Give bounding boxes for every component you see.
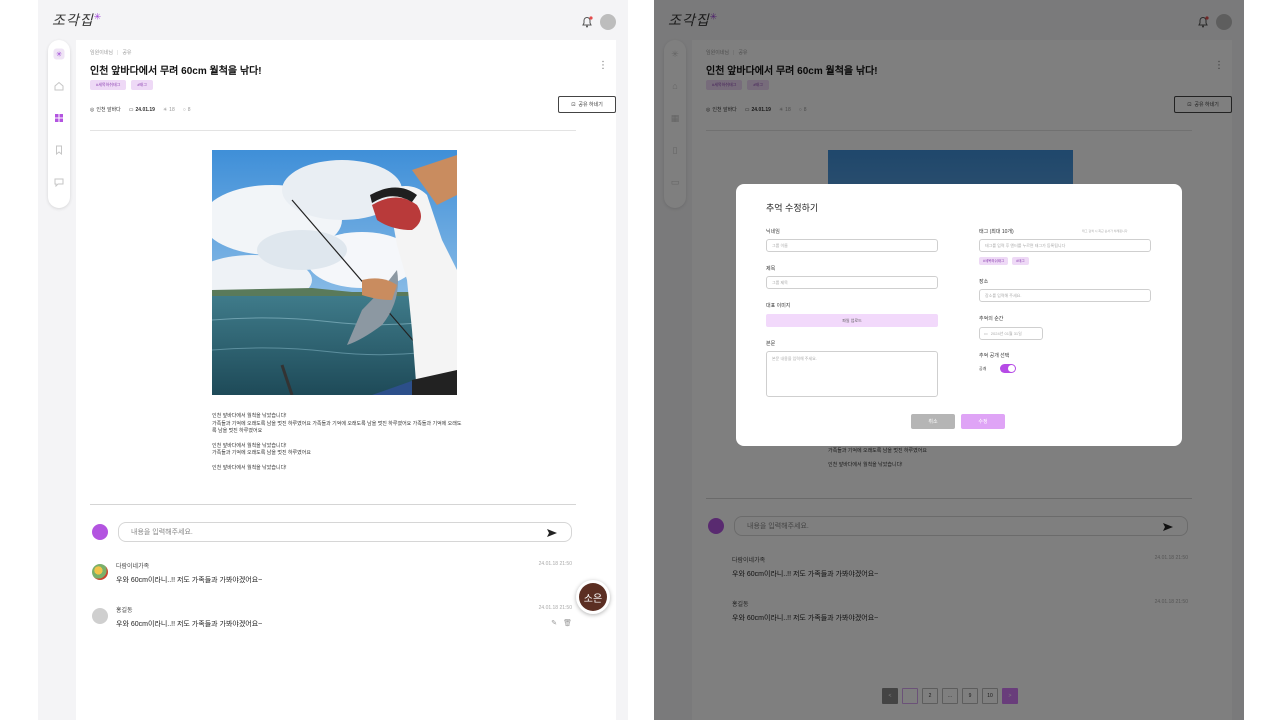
moment-date-input[interactable]: ▭ 2024년 01월 31일 [979, 327, 1043, 340]
body-paragraph: 인천 앞바다에서 월척을 낚았습니다! 가족들과 기억에 오래도록 남을 멋진 … [212, 413, 462, 434]
post-card: 임원이네님|공유 인천 앞바다에서 무려 60cm 월척을 낚다! ⋮ #세목하… [76, 40, 616, 720]
comment-text: 우와 60cm이라니..!! 저도 가족들과 가봐야겠어요~ [116, 577, 263, 584]
views-icon: ✳ [162, 106, 168, 113]
date-meta: ▭24.01.19 [128, 106, 155, 113]
place-label: 장소 [979, 279, 989, 285]
fab-label: 소은 [579, 583, 607, 611]
image-label: 대표 이미지 [766, 303, 791, 309]
tag-chip[interactable]: #태그 [131, 80, 153, 90]
title-label: 제목 [766, 266, 776, 272]
calendar-icon: ▭ [984, 331, 988, 336]
breadcrumb: 임원이네님|공유 [90, 50, 132, 56]
comment-author: 다람이네가족 [116, 564, 150, 570]
post-tags: #세목하쉬태그 #태그 [90, 80, 153, 90]
public-toggle-label: 공개 [979, 366, 987, 371]
comment-author: 홍길동 [116, 608, 133, 614]
my-avatar [92, 524, 108, 540]
comment-actions: ✎ 🗑︎ [551, 619, 572, 627]
edit-memory-page: 조각집✳ ✳ ⌂ ▦ ▯ ▭ 임원이네님|공유 인천 앞바다에서 무려 60cm… [654, 0, 1244, 720]
body-paragraph: 인천 앞바다에서 월척을 낚았습니다! 가족들과 기억에 오래도록 남을 멋진 … [212, 442, 311, 457]
share-button[interactable]: ⊡공유 하네기 [558, 96, 616, 113]
moment-label: 추억의 순간 [979, 316, 1004, 322]
share-icon: ⊡ [571, 101, 576, 108]
comment-text: 우와 60cm이라니..!! 저도 가족들과 가봐야겠어요~ [116, 621, 263, 628]
title-input[interactable]: 그룹 제목 [766, 276, 938, 289]
tag-input[interactable]: 태그를 입력 후 엔터를 누르면 태그가 등록됩니다 [979, 239, 1151, 252]
profile-avatar[interactable] [600, 14, 616, 30]
notification-bell-icon[interactable] [580, 15, 594, 29]
comment-composer: 내용을 입력해주세요. [92, 522, 572, 542]
nickname-input[interactable]: 그룹 이름 [766, 239, 938, 252]
post-body: 인천 앞바다에서 월척을 낚았습니다! 가족들과 기억에 오래도록 남을 멋진 … [212, 413, 462, 472]
modal-tags: #세목하쉬태그 #태그 [979, 257, 1029, 265]
divider [90, 130, 576, 131]
post-meta: ◎인천 앞바다 ▭24.01.19 ✳18 ○8 [90, 106, 191, 114]
body-paragraph: 인천 앞바다에서 월척을 낚았습니다! [212, 464, 287, 471]
public-toggle[interactable] [1000, 364, 1016, 373]
comments-meta: ○8 [182, 106, 191, 113]
post-title: 인천 앞바다에서 무려 60cm 월척을 낚다! [90, 66, 262, 77]
body-textarea[interactable]: 본문 내용을 입력해 주세요. [766, 351, 938, 397]
svg-text:✳: ✳ [56, 51, 62, 59]
comment-icon: ○ [182, 106, 186, 113]
location-pin-icon: ◎ [90, 106, 95, 113]
views-meta: ✳18 [162, 106, 175, 113]
file-upload-button[interactable]: 파일 업로드 [766, 314, 938, 327]
post-photo [212, 150, 457, 395]
send-icon[interactable] [547, 528, 557, 538]
tag-hint: 태그 검색 시 최근 순서가 차례됩니다 [1082, 229, 1128, 233]
comment-time: 24.01.18 21:50 [538, 605, 572, 611]
grid-icon[interactable] [53, 112, 65, 124]
bookmark-icon[interactable] [53, 144, 65, 156]
home-icon[interactable] [53, 80, 65, 92]
body-label: 본문 [766, 341, 776, 347]
comment-time: 24.01.18 21:50 [538, 561, 572, 567]
tag-chip[interactable]: #세목하쉬태그 [979, 257, 1009, 265]
breadcrumb-item[interactable]: 임원이네님 [90, 50, 113, 56]
comment-input[interactable]: 내용을 입력해주세요. [118, 522, 572, 542]
chat-fab[interactable]: 소은 [576, 580, 610, 614]
tag-label: 태그 (최대 10개) [979, 229, 1014, 235]
location-meta: ◎인천 앞바다 [90, 106, 121, 114]
submit-button[interactable]: 수정 [961, 414, 1005, 429]
more-options-icon[interactable]: ⋮ [598, 60, 608, 71]
logo-mark-icon[interactable]: ✳ [53, 48, 65, 60]
edit-memory-modal: 추억 수정하기 닉네임 그룹 이름 제목 그룹 제목 대표 이미지 파일 업로드… [736, 184, 1182, 446]
calendar-icon: ▭ [128, 106, 134, 113]
logo[interactable]: 조각집✳ [52, 10, 102, 30]
modal-title: 추억 수정하기 [766, 203, 819, 213]
edit-icon[interactable]: ✎ [551, 619, 557, 627]
divider [90, 504, 576, 505]
commenter-avatar [92, 608, 108, 624]
nickname-label: 닉네임 [766, 229, 780, 235]
public-label: 추억 공개 선택 [979, 353, 1010, 359]
commenter-avatar [92, 564, 108, 580]
chat-icon[interactable] [53, 176, 65, 188]
breadcrumb-item[interactable]: 공유 [122, 50, 131, 56]
tag-chip[interactable]: #세목하쉬태그 [90, 80, 127, 90]
delete-icon[interactable]: 🗑︎ [563, 619, 572, 627]
post-detail-page: 조각집✳ ✳ 임원이네님 | 공유 인천 앞바다에서 무려 60cm 월척을 낚다!… [38, 0, 628, 720]
place-input[interactable]: 장소를 입력해 주세요. [979, 289, 1151, 302]
cancel-button[interactable]: 취소 [911, 414, 955, 429]
tag-chip[interactable]: #태그 [1012, 257, 1029, 265]
side-nav: ✳ [48, 40, 70, 208]
